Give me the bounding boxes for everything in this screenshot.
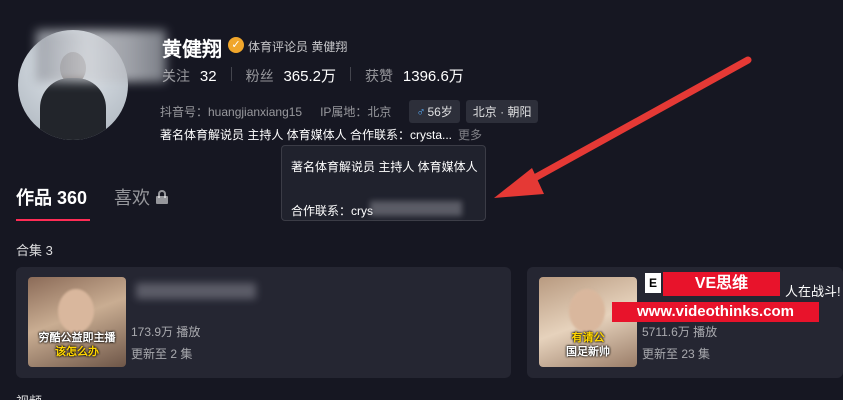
- collection-title: 人在战斗!: [785, 284, 841, 299]
- profile-bio: 著名体育解说员 主持人 体育媒体人 合作联系：crysta... 更多: [160, 126, 482, 143]
- stat-label: 关注: [162, 68, 190, 84]
- bio-popover: 著名体育解说员 主持人 体育媒体人 合作联系：crys: [281, 145, 486, 221]
- stat-label: 获赞: [365, 68, 394, 84]
- tab-likes-label: 喜欢: [114, 188, 150, 208]
- collections-title: 合集 3: [16, 243, 53, 258]
- location-tag: 北京 · 朝阳: [465, 100, 539, 123]
- stat-label: 粉丝: [245, 68, 274, 84]
- more-link[interactable]: 更多: [458, 126, 482, 143]
- divider: [230, 67, 232, 81]
- verified-label: 体育评论员 黄健翔: [248, 40, 348, 54]
- tab-works[interactable]: 作品 360: [16, 184, 87, 210]
- avatar-figure: [40, 78, 106, 140]
- thumbnail-caption: 穷酷公益即主播 该怎么办: [32, 331, 122, 359]
- play-count: 5711.6万 播放: [642, 325, 718, 339]
- episode-count: 更新至 2 集: [131, 347, 193, 361]
- watermark-icon: E: [645, 273, 661, 293]
- age-text: 56岁: [427, 105, 453, 119]
- watermark-brand: VE思维: [663, 272, 780, 296]
- thumbnail-caption-line: 有请公: [571, 332, 605, 344]
- blurred-title: [136, 283, 256, 299]
- collection-thumbnail: 有请公 国足新帅: [539, 277, 637, 367]
- stat-value: 365.2万: [283, 68, 337, 85]
- thumbnail-caption-line: 国足新帅: [566, 346, 610, 358]
- profile-stats: 关注 32 粉丝 365.2万 获赞 1396.6万: [162, 65, 464, 86]
- profile-name: 黄健翔: [162, 39, 222, 61]
- tab-active-indicator: [16, 219, 90, 221]
- likes-stat: 获赞 1396.6万: [365, 65, 464, 86]
- watermark-url: www.videothinks.com: [612, 302, 819, 322]
- episode-count: 更新至 23 集: [642, 347, 711, 361]
- popover-line-2: 合作联系：crys: [291, 204, 373, 218]
- popover-line-1: 著名体育解说员 主持人 体育媒体人: [291, 160, 478, 174]
- stat-value: 1396.6万: [402, 68, 464, 85]
- douyin-id: 抖音号：huangjianxiang15: [160, 105, 303, 119]
- blurred-contact: [370, 201, 462, 216]
- thumbnail-caption: 有请公 国足新帅: [543, 331, 633, 359]
- following-stat[interactable]: 关注 32: [162, 66, 217, 86]
- profile-meta: 抖音号：huangjianxiang15 IP属地：北京 ♂ 56岁 北京 · 朝…: [160, 100, 544, 123]
- ip-location: IP属地：北京: [320, 105, 392, 119]
- age-tag: ♂ 56岁: [409, 100, 460, 123]
- followers-stat[interactable]: 粉丝 365.2万: [246, 65, 336, 86]
- bio-text: 著名体育解说员 主持人 体育媒体人 合作联系：crysta...: [160, 128, 453, 142]
- verified-icon: ✓: [228, 37, 244, 53]
- collection-thumbnail: 穷酷公益即主播 该怎么办: [28, 277, 126, 367]
- blurred-overlay: [36, 30, 166, 82]
- collection-card[interactable]: 穷酷公益即主播 该怎么办 173.9万 播放 更新至 2 集: [16, 267, 511, 378]
- male-icon: ♂: [416, 105, 426, 119]
- divider: [350, 67, 352, 81]
- tab-likes[interactable]: 喜欢: [114, 184, 168, 210]
- stat-value: 32: [199, 68, 217, 85]
- lock-icon: [156, 190, 168, 204]
- play-count: 173.9万 播放: [131, 325, 201, 339]
- thumbnail-caption-line: 该怎么办: [55, 346, 99, 358]
- thumbnail-caption-line: 穷酷公益即主播: [38, 332, 116, 344]
- videos-section-title: 视频: [16, 391, 42, 400]
